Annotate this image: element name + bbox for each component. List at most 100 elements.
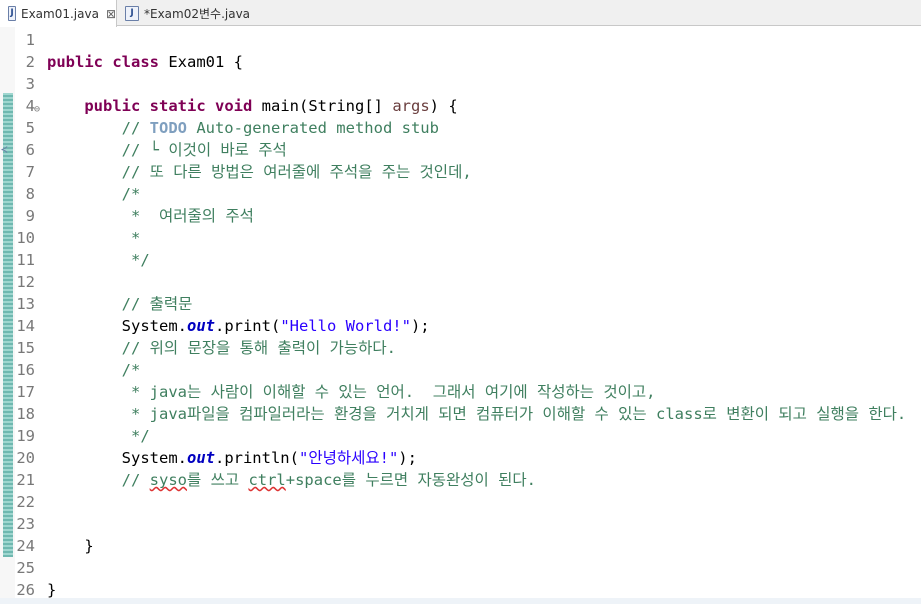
- code-text: */: [47, 425, 150, 447]
- line-number: 13: [16, 295, 35, 313]
- code-token: );: [410, 317, 430, 335]
- code-token: public: [47, 53, 103, 71]
- code-text: // TODO Auto-generated method stub: [47, 117, 439, 139]
- line-number: 7: [25, 163, 35, 181]
- code-text: // syso를 쓰고 ctrl+space를 누르면 자동완성이 된다.: [47, 469, 536, 491]
- line-number: 19: [16, 427, 35, 445]
- line-number: 24: [16, 537, 35, 555]
- java-file-icon: J: [8, 6, 16, 21]
- code-token: static: [149, 97, 206, 115]
- code-text: public class Exam01 {: [47, 51, 243, 73]
- code-token: class: [112, 53, 160, 71]
- code-token: *: [121, 229, 141, 247]
- code-token: System.: [47, 449, 187, 467]
- line-number: 18: [16, 405, 35, 423]
- java-file-icon: J: [125, 5, 139, 21]
- code-text: /*: [47, 183, 141, 205]
- line-number: 21: [16, 471, 35, 489]
- code-text: public static void main(String[] args) {: [47, 95, 458, 117]
- code-token: out: [186, 317, 215, 335]
- editor-tab-bar: J Exam01.java ⊠ J *Exam02변수.java: [0, 0, 921, 27]
- code-token: "안녕하세요!": [298, 449, 399, 467]
- code-token: syso: [149, 471, 187, 489]
- code-token: ctrl: [248, 471, 286, 489]
- code-token: // └ 이것이 바로 주석: [121, 141, 287, 159]
- code-token: * java파일을 컴파일러라는 환경을 거치게 되면 컴퓨터가 이해할 수 있…: [121, 405, 907, 423]
- code-text: // 위의 문장을 통해 출력이 가능하다.: [47, 337, 396, 359]
- close-icon[interactable]: ⊠: [106, 7, 116, 21]
- code-token: args: [392, 97, 430, 115]
- code-token: System.: [47, 317, 187, 335]
- code-text: System.out.println("안녕하세요!");: [47, 447, 417, 469]
- code-token: void: [215, 97, 253, 115]
- code-token: ) {: [429, 97, 458, 115]
- line-number: 10: [16, 229, 35, 247]
- code-token: "Hello World!": [280, 317, 411, 335]
- code-token: main(String[]: [252, 97, 393, 115]
- code-text: // └ 이것이 바로 주석: [47, 139, 287, 161]
- code-token: );: [398, 449, 417, 467]
- line-number: 8: [25, 185, 35, 203]
- code-text: * 여러줄의 주석: [47, 205, 254, 227]
- tab-exam01[interactable]: J Exam01.java ⊠: [0, 0, 117, 27]
- code-text: System.out.print("Hello World!");: [47, 315, 430, 337]
- quick-diff-arrow-icon: ≺: [1, 143, 8, 156]
- line-number: 5: [25, 119, 35, 137]
- code-token: // 또 다른 방법은 여러줄에 주석을 주는 것인데,: [121, 163, 472, 181]
- line-number: 3: [25, 75, 35, 93]
- line-number: 12: [16, 273, 35, 291]
- code-token: }: [47, 581, 57, 599]
- code-text: *: [47, 227, 140, 249]
- change-marker: [3, 93, 13, 557]
- code-text: */: [47, 249, 150, 271]
- line-number: 25: [16, 559, 35, 577]
- code-token: }: [47, 537, 94, 555]
- code-token: Auto-generated method stub: [186, 119, 439, 137]
- code-token: * 여러줄의 주석: [121, 207, 254, 225]
- code-token: TODO: [149, 119, 187, 137]
- code-token: out: [186, 449, 215, 467]
- code-token: 를 쓰고: [186, 471, 249, 489]
- line-number: 9: [25, 207, 35, 225]
- code-token: +space를 누르면 자동완성이 된다.: [285, 471, 536, 489]
- line-number: 2: [25, 53, 35, 71]
- line-number: 14: [16, 317, 35, 335]
- code-token: */: [121, 251, 150, 269]
- line-number: 16: [16, 361, 35, 379]
- code-token: Exam01 {: [159, 53, 244, 71]
- code-token: //: [121, 119, 150, 137]
- line-number: 6: [25, 141, 35, 159]
- tab-label: *Exam02변수.java: [144, 6, 251, 21]
- overview-ruler: ≺: [0, 27, 15, 604]
- code-token: //: [121, 471, 150, 489]
- code-token: * java는 사람이 이해할 수 있는 언어. 그래서 여기에 작성하는 것이…: [121, 383, 656, 401]
- line-number: 4: [25, 97, 35, 115]
- line-number: 11: [16, 251, 35, 269]
- line-number: 17: [16, 383, 35, 401]
- line-number: 20: [16, 449, 35, 467]
- line-number: 22: [16, 493, 35, 511]
- line-number: 1: [25, 31, 35, 49]
- code-token: public: [84, 97, 141, 115]
- code-text: // 또 다른 방법은 여러줄에 주석을 주는 것인데,: [47, 161, 472, 183]
- tab-exam02[interactable]: J *Exam02변수.java: [117, 0, 257, 26]
- code-token: // 출력문: [121, 295, 193, 313]
- horizontal-scrollbar[interactable]: [0, 598, 921, 604]
- code-token: /*: [121, 185, 141, 203]
- code-text: * java파일을 컴파일러라는 환경을 거치게 되면 컴퓨터가 이해할 수 있…: [47, 403, 906, 425]
